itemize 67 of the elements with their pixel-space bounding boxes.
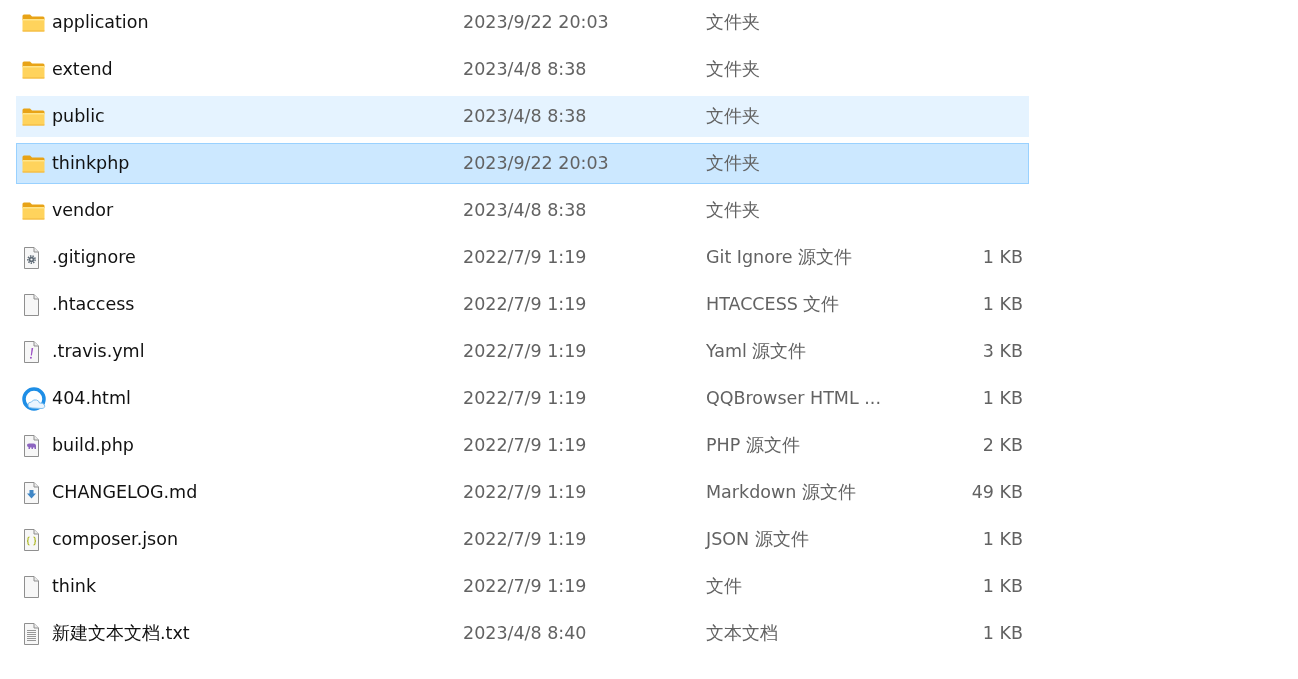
file-size: 49 KB (971, 481, 1023, 505)
file-name: composer.json (52, 529, 178, 550)
date-modified: 2022/7/9 1:19 (463, 529, 587, 550)
gear-file-icon (22, 246, 40, 269)
date-modified: 2022/7/9 1:19 (463, 294, 587, 315)
file-name: CHANGELOG.md (52, 482, 198, 503)
braces-file-icon (22, 528, 40, 551)
file-type: 文件夹 (706, 59, 760, 80)
file-type: 文件 (706, 576, 742, 597)
file-type: Yaml 源文件 (706, 341, 807, 362)
file-size: 1 KB (982, 575, 1023, 599)
file-name: .htaccess (52, 294, 135, 315)
date-modified: 2023/9/22 20:03 (463, 153, 609, 174)
arrow-file-icon (22, 481, 40, 504)
file-name: 404.html (52, 388, 131, 409)
date-modified: 2022/7/9 1:19 (463, 576, 587, 597)
file-type: 文本文档 (706, 623, 778, 644)
file-icon (22, 293, 40, 316)
file-type: QQBrowser HTML ... (706, 388, 881, 409)
exclamation-file-icon (22, 340, 40, 363)
date-modified: 2023/4/8 8:38 (463, 59, 587, 80)
file-name: .gitignore (52, 247, 136, 268)
file-size: 1 KB (982, 293, 1023, 317)
file-type: 文件夹 (706, 12, 760, 33)
folder-icon (22, 107, 45, 126)
file-type: 文件夹 (706, 106, 760, 127)
file-type: Git Ignore 源文件 (706, 247, 853, 268)
file-type: 文件夹 (706, 153, 760, 174)
folder-icon (22, 13, 45, 32)
file-size: 1 KB (982, 387, 1023, 411)
file-size: 2 KB (982, 434, 1023, 458)
folder-icon (22, 201, 45, 220)
file-name: application (52, 12, 149, 33)
folder-icon (22, 154, 45, 173)
file-name: public (52, 106, 105, 127)
file-type: 文件夹 (706, 200, 760, 221)
file-name: build.php (52, 435, 134, 456)
elephant-file-icon (22, 434, 40, 457)
file-icon (22, 575, 40, 598)
file-size: 1 KB (982, 622, 1023, 646)
file-row[interactable]: public 2023/4/8 8:38 文件夹 (16, 96, 1029, 137)
date-modified: 2022/7/9 1:19 (463, 388, 587, 409)
file-type: HTACCESS 文件 (706, 294, 840, 315)
date-modified: 2022/7/9 1:19 (463, 435, 587, 456)
file-row[interactable]: thinkphp 2023/9/22 20:03 文件夹 (16, 143, 1029, 184)
file-name: .travis.yml (52, 341, 145, 362)
file-name: 新建文本文档.txt (52, 623, 190, 644)
file-size: 1 KB (982, 246, 1023, 270)
text-file-icon (22, 622, 40, 645)
file-size: 3 KB (982, 340, 1023, 364)
file-type: PHP 源文件 (706, 435, 800, 456)
date-modified: 2022/7/9 1:19 (463, 341, 587, 362)
file-name: vendor (52, 200, 114, 221)
date-modified: 2023/4/8 8:40 (463, 623, 587, 644)
file-size: 1 KB (982, 528, 1023, 552)
file-name: extend (52, 59, 113, 80)
date-modified: 2023/9/22 20:03 (463, 12, 609, 33)
date-modified: 2022/7/9 1:19 (463, 482, 587, 503)
file-name: think (52, 576, 97, 597)
date-modified: 2023/4/8 8:38 (463, 106, 587, 127)
file-type: JSON 源文件 (706, 529, 809, 550)
cloud-ring-icon (22, 386, 47, 411)
folder-icon (22, 60, 45, 79)
date-modified: 2023/4/8 8:38 (463, 200, 587, 221)
file-name: thinkphp (52, 153, 130, 174)
date-modified: 2022/7/9 1:19 (463, 247, 587, 268)
file-type: Markdown 源文件 (706, 482, 856, 503)
